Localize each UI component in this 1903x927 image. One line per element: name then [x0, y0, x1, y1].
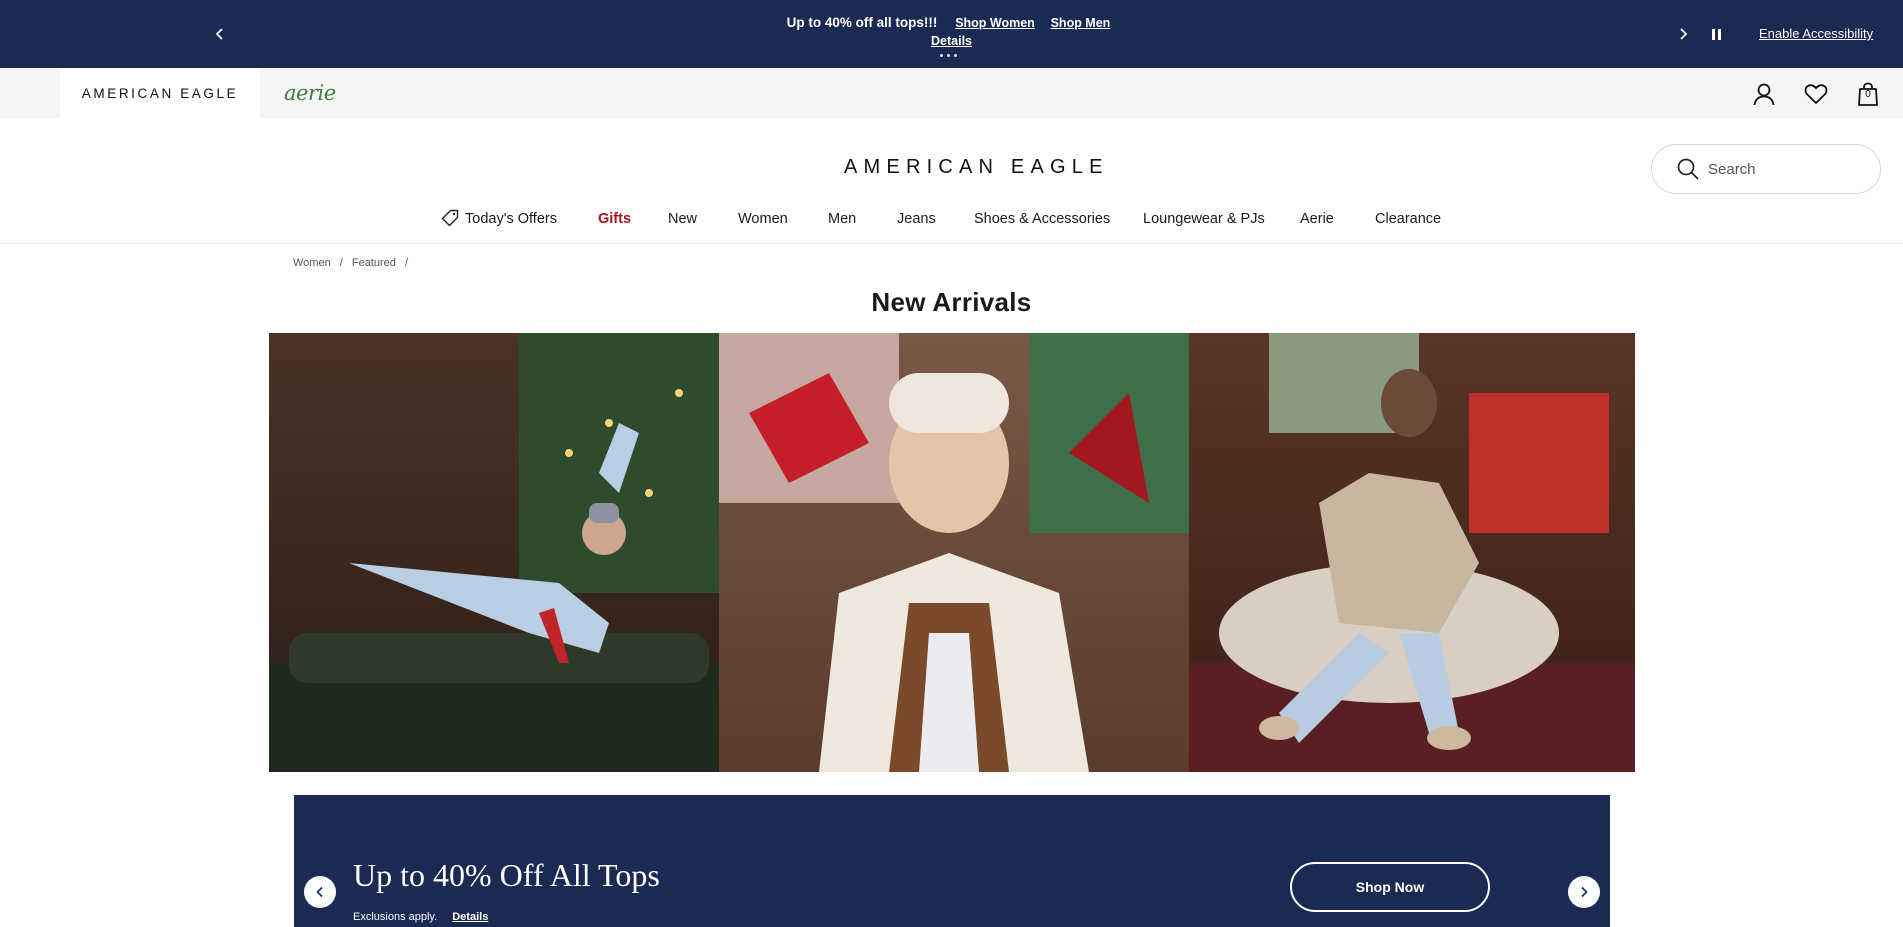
breadcrumb: Women / Featured / [293, 257, 414, 269]
promo-pause-button[interactable] [1703, 20, 1729, 48]
promo-banner: Up to 40% Off All Tops Exclusions apply.… [294, 795, 1610, 927]
account-button[interactable] [1750, 80, 1778, 108]
promo-next-button[interactable] [1669, 20, 1697, 48]
banner-prev-button[interactable] [304, 876, 336, 908]
chevron-right-icon [1680, 28, 1688, 40]
nav-item-clearance[interactable]: Clearance [1375, 211, 1441, 227]
tag-icon [441, 209, 459, 227]
promo-message: Up to 40% off all tops!!! Shop Women Sho… [700, 14, 1203, 50]
user-icon [1753, 83, 1775, 106]
banner-exclusions: Exclusions apply. [353, 911, 438, 923]
breadcrumb-separator: / [339, 257, 343, 269]
promo-dot[interactable] [940, 54, 943, 57]
enable-accessibility-link[interactable]: Enable Accessibility [1759, 26, 1873, 41]
shop-men-link[interactable]: Shop Men [1051, 16, 1111, 30]
promo-dot[interactable] [947, 54, 950, 57]
shop-now-button[interactable]: Shop Now [1290, 862, 1490, 912]
shopping-bag-button[interactable]: 0 [1854, 80, 1882, 108]
search-input[interactable] [1708, 160, 1858, 178]
pause-icon [1711, 28, 1715, 40]
banner-note: Exclusions apply. Details [353, 911, 488, 923]
breadcrumb-women[interactable]: Women [293, 257, 331, 269]
breadcrumb-featured[interactable]: Featured [352, 257, 396, 269]
site-logo[interactable]: AMERICAN EAGLE [844, 156, 1109, 179]
brand-tab-aerie[interactable]: aerie [284, 76, 336, 110]
heart-icon [1804, 84, 1828, 104]
brand-strip: AMERICAN EAGLE aerie 0 [0, 68, 1903, 118]
search-bar[interactable] [1651, 144, 1881, 194]
promo-bar: Up to 40% off all tops!!! Shop Women Sho… [0, 0, 1903, 68]
brand-tab-american-eagle[interactable]: AMERICAN EAGLE [60, 68, 260, 118]
breadcrumb-separator: / [404, 257, 409, 269]
nav-item-new[interactable]: New [668, 211, 697, 227]
promo-headline: Up to 40% off all tops!!! [786, 15, 938, 30]
hero-image[interactable] [269, 333, 1635, 772]
promo-details-link[interactable]: Details [931, 33, 972, 50]
favorites-button[interactable] [1802, 80, 1830, 108]
nav-item-aerie[interactable]: Aerie [1300, 211, 1334, 227]
nav-item-women[interactable]: Women [738, 211, 788, 227]
hero-photo-illustration [269, 333, 1635, 772]
promo-dot[interactable] [954, 54, 957, 57]
bag-count: 0 [1865, 89, 1871, 100]
chevron-left-icon [215, 28, 223, 40]
search-icon [1677, 158, 1699, 180]
shop-women-link[interactable]: Shop Women [955, 16, 1035, 30]
nav-item-shoes-accessories[interactable]: Shoes & Accessories [974, 211, 1110, 227]
nav-item-men[interactable]: Men [828, 211, 856, 227]
nav-item-jeans[interactable]: Jeans [897, 211, 936, 227]
page-title: New Arrivals [871, 287, 1032, 317]
chevron-right-icon [1581, 886, 1588, 898]
promo-pagination [940, 54, 957, 57]
banner-details-link[interactable]: Details [452, 911, 488, 923]
banner-title: Up to 40% Off All Tops [353, 857, 660, 893]
nav-item-loungewear[interactable]: Loungewear & PJs [1143, 211, 1265, 227]
nav-item-todays-offers[interactable]: Today's Offers [465, 211, 557, 227]
main-nav: Today's Offers Gifts New Women Men Jeans… [0, 204, 1903, 244]
banner-next-button[interactable] [1568, 876, 1600, 908]
nav-item-gifts[interactable]: Gifts [598, 211, 631, 227]
promo-prev-button[interactable] [206, 20, 234, 48]
chevron-left-icon [316, 886, 323, 898]
